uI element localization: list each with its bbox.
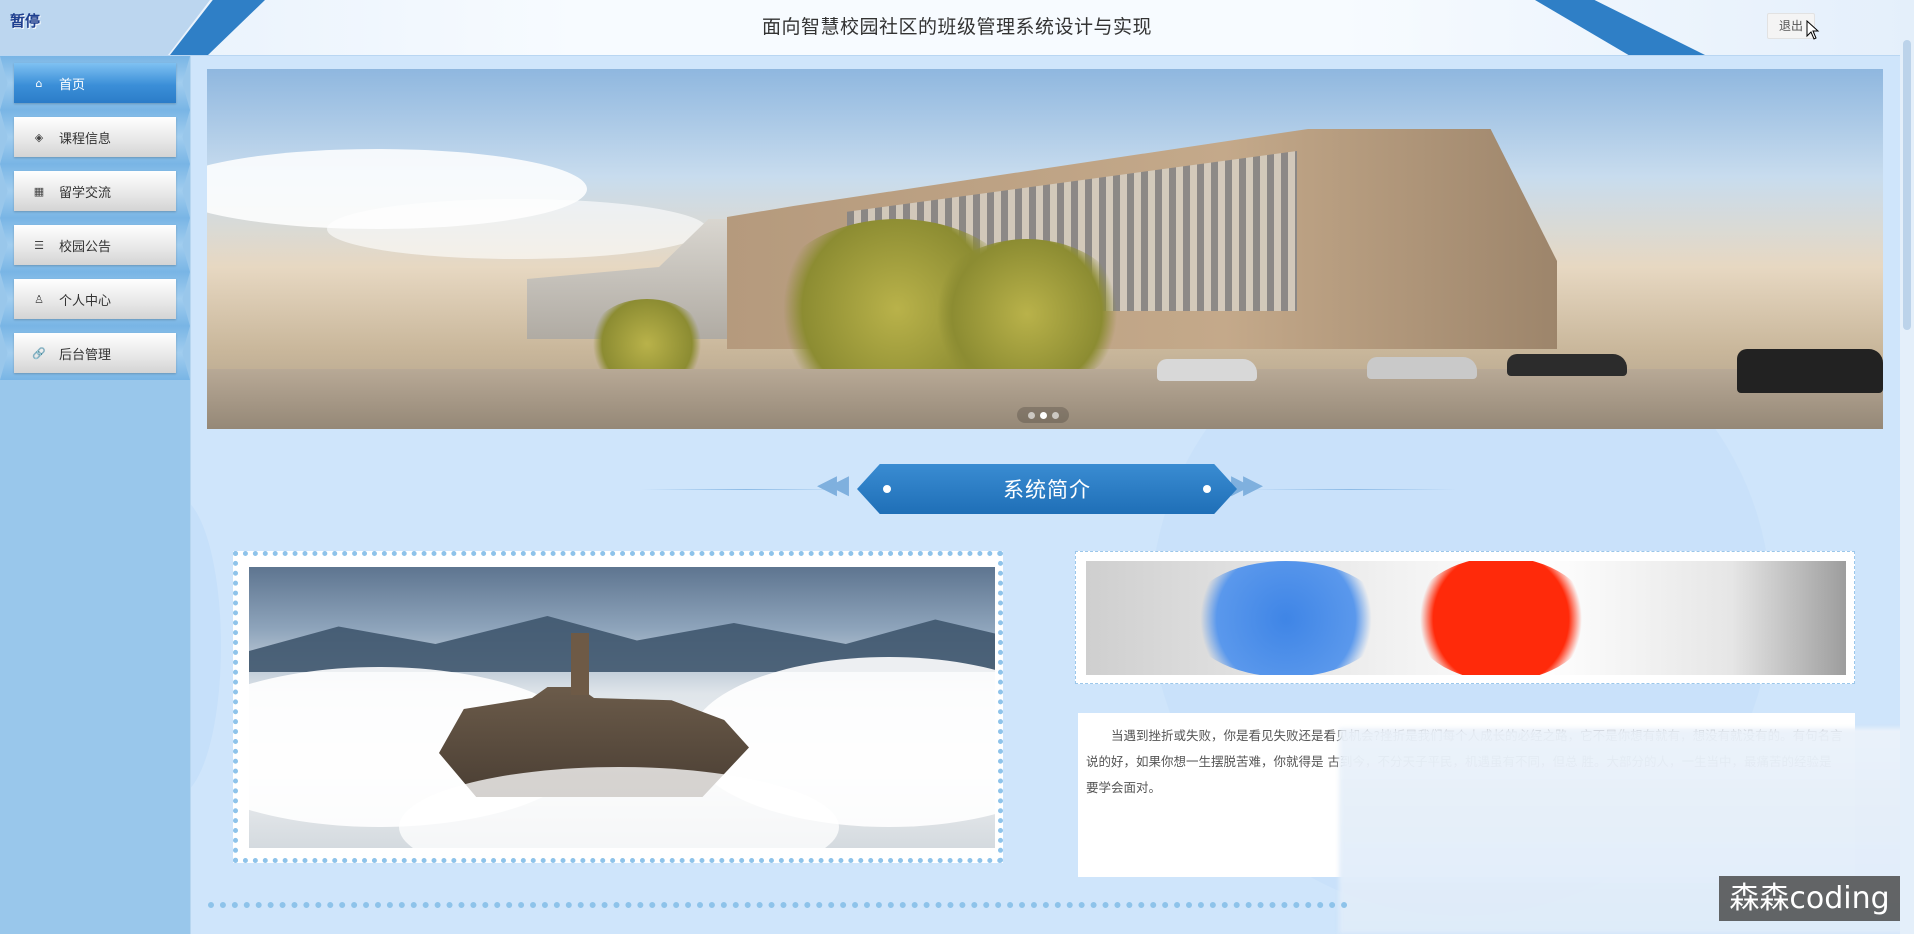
chevron-left-icon: ◀◀ xyxy=(817,470,849,500)
user-icon: ♙ xyxy=(34,292,44,306)
sliders-icon: ☰ xyxy=(34,238,44,252)
sidebar-item-admin[interactable]: 🔗 后台管理 xyxy=(0,326,190,380)
sidebar-item-label: 留学交流 xyxy=(59,185,112,201)
sidebar-item-label: 个人中心 xyxy=(59,293,112,309)
menu-button[interactable]: ▦ 留学交流 xyxy=(14,171,176,211)
top-header: 暂停 面向智慧校园社区的班级管理系统设计与实现 退出 xyxy=(0,0,1914,56)
carousel-dot[interactable] xyxy=(1051,411,1059,419)
carousel-dot[interactable] xyxy=(1027,411,1035,419)
scrollbar-thumb[interactable] xyxy=(1903,40,1911,330)
carousel-car xyxy=(1157,359,1257,381)
calendar-icon: ▦ xyxy=(33,184,45,198)
sidebar-item-courses[interactable]: ◈ 课程信息 xyxy=(0,110,190,164)
section-divider xyxy=(208,902,1348,908)
carousel-cloud xyxy=(327,199,707,259)
section-title-line xyxy=(1246,489,1456,490)
sidebar-item-label: 首页 xyxy=(59,77,86,93)
carousel-car xyxy=(1367,357,1477,379)
main-content: ◀◀ ▶▶ 系统简介 当遇到挫折或失败，你是看见失败还是看见机会?挫折是我们每个… xyxy=(191,56,1914,934)
sidebar-item-announcements[interactable]: ☰ 校园公告 xyxy=(0,218,190,272)
sidebar-item-home[interactable]: ⌂ 首页 xyxy=(0,56,190,110)
menu-button[interactable]: 🔗 后台管理 xyxy=(14,333,176,373)
menu-button[interactable]: ☰ 校园公告 xyxy=(14,225,176,265)
sidebar-item-study-abroad[interactable]: ▦ 留学交流 xyxy=(0,164,190,218)
blue-paint-blob xyxy=(1186,561,1386,675)
section-title-banner: 系统简介 xyxy=(857,464,1237,514)
background-decoration xyxy=(191,496,221,796)
banner-dot xyxy=(1203,485,1211,493)
banner-dot xyxy=(883,485,891,493)
mouse-cursor-icon xyxy=(1806,20,1820,40)
layers-icon: ◈ xyxy=(34,130,44,144)
home-icon: ⌂ xyxy=(35,76,43,90)
sidebar-item-profile[interactable]: ♙ 个人中心 xyxy=(0,272,190,326)
menu-button[interactable]: ⌂ 首页 xyxy=(14,63,176,103)
carousel-indicators xyxy=(1017,407,1069,423)
carousel-car xyxy=(1507,354,1627,376)
watermark: 森森coding xyxy=(1719,876,1900,921)
carousel-tree xyxy=(927,239,1127,389)
image-tower xyxy=(571,633,589,695)
banner-carousel[interactable] xyxy=(207,69,1883,429)
menu-button[interactable]: ◈ 课程信息 xyxy=(14,117,176,157)
chevron-right-icon: ▶▶ xyxy=(1231,470,1263,500)
sidebar: ⌂ 首页 ◈ 课程信息 ▦ 留学交流 ☰ 校园公告 ♙ 个人中心 🔗 后台管理 xyxy=(0,56,191,934)
section-title: 系统简介 xyxy=(1003,478,1091,502)
page-title: 面向智慧校园社区的班级管理系统设计与实现 xyxy=(761,16,1152,38)
red-paint-blob xyxy=(1411,561,1591,675)
sidebar-menu: ⌂ 首页 ◈ 课程信息 ▦ 留学交流 ☰ 校园公告 ♙ 个人中心 🔗 后台管理 xyxy=(0,56,190,380)
sidebar-item-label: 校园公告 xyxy=(59,239,112,255)
carousel-car xyxy=(1737,349,1883,393)
intro-image xyxy=(249,567,995,848)
link-icon: 🔗 xyxy=(32,346,46,360)
sidebar-item-label: 后台管理 xyxy=(59,347,112,363)
menu-button[interactable]: ♙ 个人中心 xyxy=(14,279,176,319)
sidebar-item-label: 课程信息 xyxy=(59,131,112,147)
decorative-image xyxy=(1086,561,1846,675)
carousel-dot-active[interactable] xyxy=(1039,411,1047,419)
